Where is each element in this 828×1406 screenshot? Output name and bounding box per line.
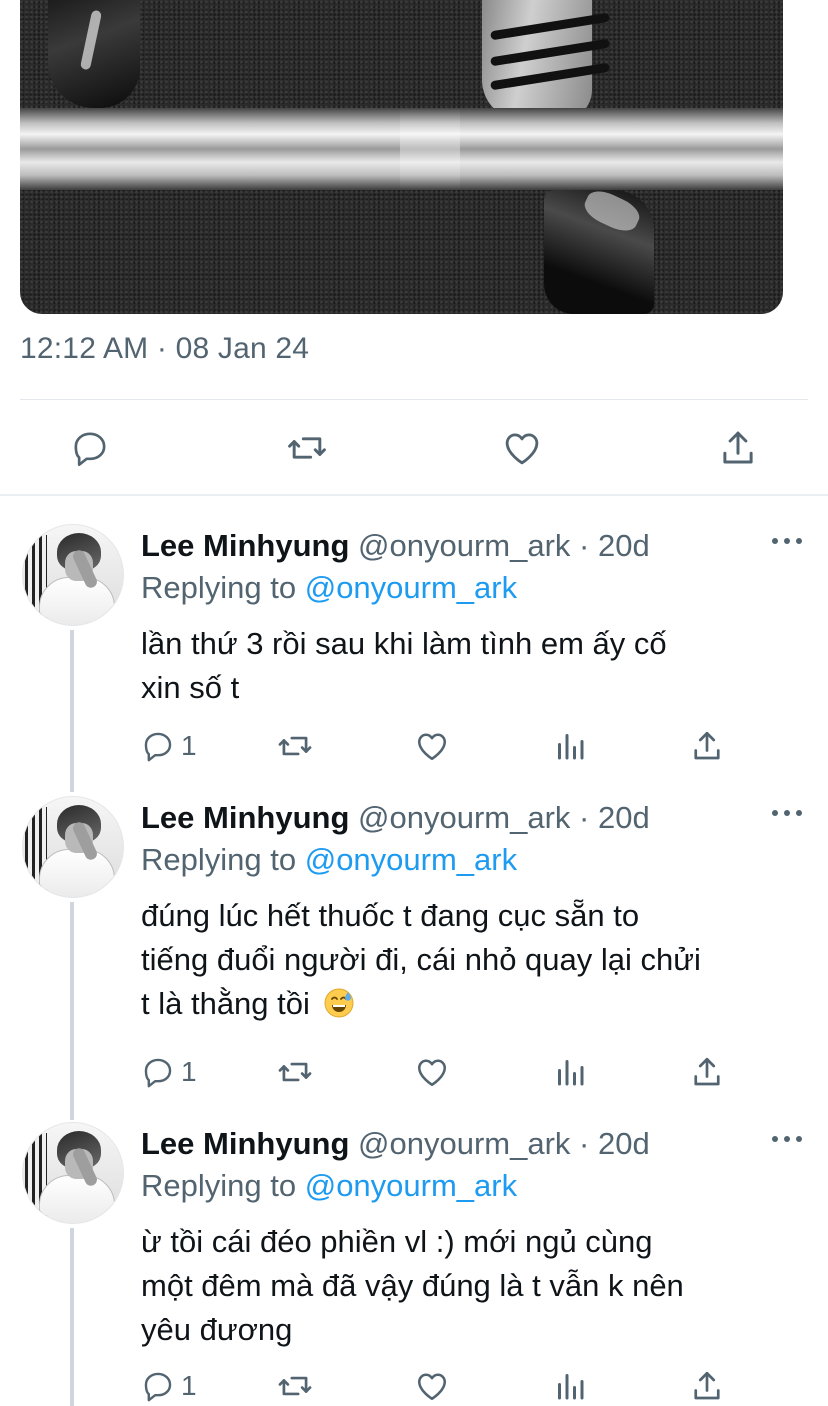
analytics-icon (558, 1374, 584, 1400)
retweet-button[interactable] (276, 1366, 314, 1406)
like-button[interactable] (494, 420, 550, 476)
more-options-button[interactable] (772, 538, 802, 548)
mention-link[interactable]: @onyourm_ark (305, 1168, 517, 1203)
reply-text: ừ tồi cái đéo phiền vl :) mới ngủ cùng m… (141, 1224, 684, 1347)
share-button[interactable] (689, 1366, 725, 1406)
grinning-face-with-sweat-icon (324, 988, 354, 1018)
tweet-photo[interactable] (20, 0, 783, 314)
more-dots-icon (772, 1136, 778, 1142)
reply-header: Lee Minhyung @onyourm_ark · 20d (141, 800, 650, 835)
tweet-action-bar (0, 420, 828, 476)
reply-age[interactable]: 20d (598, 528, 650, 563)
reply-age[interactable]: 20d (598, 800, 650, 835)
more-options-button[interactable] (772, 1136, 802, 1146)
replying-to: Replying to @onyourm_ark (141, 1168, 518, 1203)
user-handle[interactable]: @onyourm_ark (358, 1126, 570, 1161)
share-button[interactable] (689, 1052, 725, 1092)
reply-count: 1 (181, 730, 197, 761)
like-icon (417, 1373, 447, 1401)
reply-age[interactable]: 20d (598, 1126, 650, 1161)
display-name[interactable]: Lee Minhyung (141, 528, 349, 563)
share-icon (723, 431, 753, 464)
like-icon (505, 433, 539, 465)
reply-tweet[interactable]: Lee Minhyung @onyourm_ark · 20d Replying… (0, 796, 828, 1096)
user-handle[interactable]: @onyourm_ark (358, 528, 570, 563)
reply-icon (144, 732, 172, 762)
retweet-button[interactable] (276, 1052, 314, 1092)
mention-link[interactable]: @onyourm_ark (305, 842, 517, 877)
reply-count: 1 (181, 1056, 197, 1087)
analytics-button[interactable] (552, 726, 588, 766)
reply-button[interactable]: 1 (141, 726, 197, 766)
like-icon (417, 1059, 447, 1087)
retweet-button[interactable] (279, 420, 335, 476)
like-button[interactable] (414, 1052, 450, 1092)
reply-button[interactable]: 1 (141, 1366, 197, 1406)
reply-text: đúng lúc hết thuốc t đang cục sẵn to tiế… (141, 898, 701, 1021)
display-name[interactable]: Lee Minhyung (141, 1126, 349, 1161)
reply-text: lần thứ 3 rồi sau khi làm tình em ấy cố … (141, 626, 667, 705)
retweet-icon (278, 1376, 312, 1396)
user-handle[interactable]: @onyourm_ark (358, 800, 570, 835)
reply-icon (74, 432, 106, 466)
more-dots-icon (772, 810, 778, 816)
like-button[interactable] (414, 1366, 450, 1406)
more-options-button[interactable] (772, 810, 802, 820)
divider (20, 399, 808, 400)
analytics-icon (558, 1060, 584, 1086)
like-icon (417, 733, 447, 761)
retweet-icon (278, 1062, 312, 1082)
share-icon (694, 1371, 720, 1400)
analytics-icon (558, 734, 584, 760)
reply-action-bar: 1 (0, 1366, 828, 1406)
section-separator (0, 494, 828, 496)
retweet-icon (288, 437, 326, 459)
share-icon (694, 731, 720, 760)
reply-tweet[interactable]: Lee Minhyung @onyourm_ark · 20d Replying… (0, 524, 828, 774)
analytics-button[interactable] (552, 1366, 588, 1406)
photo-metal-bar (20, 108, 783, 190)
analytics-button[interactable] (552, 1052, 588, 1092)
reply-header: Lee Minhyung @onyourm_ark · 20d (141, 528, 650, 563)
avatar[interactable] (22, 524, 124, 626)
reply-action-bar: 1 (0, 726, 828, 766)
share-icon (694, 1057, 720, 1086)
replying-to: Replying to @onyourm_ark (141, 842, 518, 877)
retweet-button[interactable] (276, 726, 314, 766)
avatar[interactable] (22, 1122, 124, 1224)
reply-header: Lee Minhyung @onyourm_ark · 20d (141, 1126, 650, 1161)
reply-icon (144, 1372, 172, 1402)
display-name[interactable]: Lee Minhyung (141, 800, 349, 835)
more-dots-icon (772, 538, 778, 544)
reply-icon (144, 1058, 172, 1088)
retweet-icon (278, 736, 312, 756)
share-button[interactable] (710, 420, 766, 476)
reply-button[interactable] (62, 420, 118, 476)
photo-shoe-right (544, 190, 654, 314)
avatar[interactable] (22, 796, 124, 898)
reply-tweet[interactable]: Lee Minhyung @onyourm_ark · 20d Replying… (0, 1122, 828, 1406)
reply-button[interactable]: 1 (141, 1052, 197, 1092)
tweet-timestamp[interactable]: 12:12 AM · 08 Jan 24 (20, 332, 309, 366)
like-button[interactable] (414, 726, 450, 766)
reply-action-bar: 1 (0, 1052, 828, 1092)
mention-link[interactable]: @onyourm_ark (305, 570, 517, 605)
photo-shoe-left (48, 0, 140, 108)
reply-count: 1 (181, 1370, 197, 1401)
share-button[interactable] (689, 726, 725, 766)
replying-to: Replying to @onyourm_ark (141, 570, 518, 605)
